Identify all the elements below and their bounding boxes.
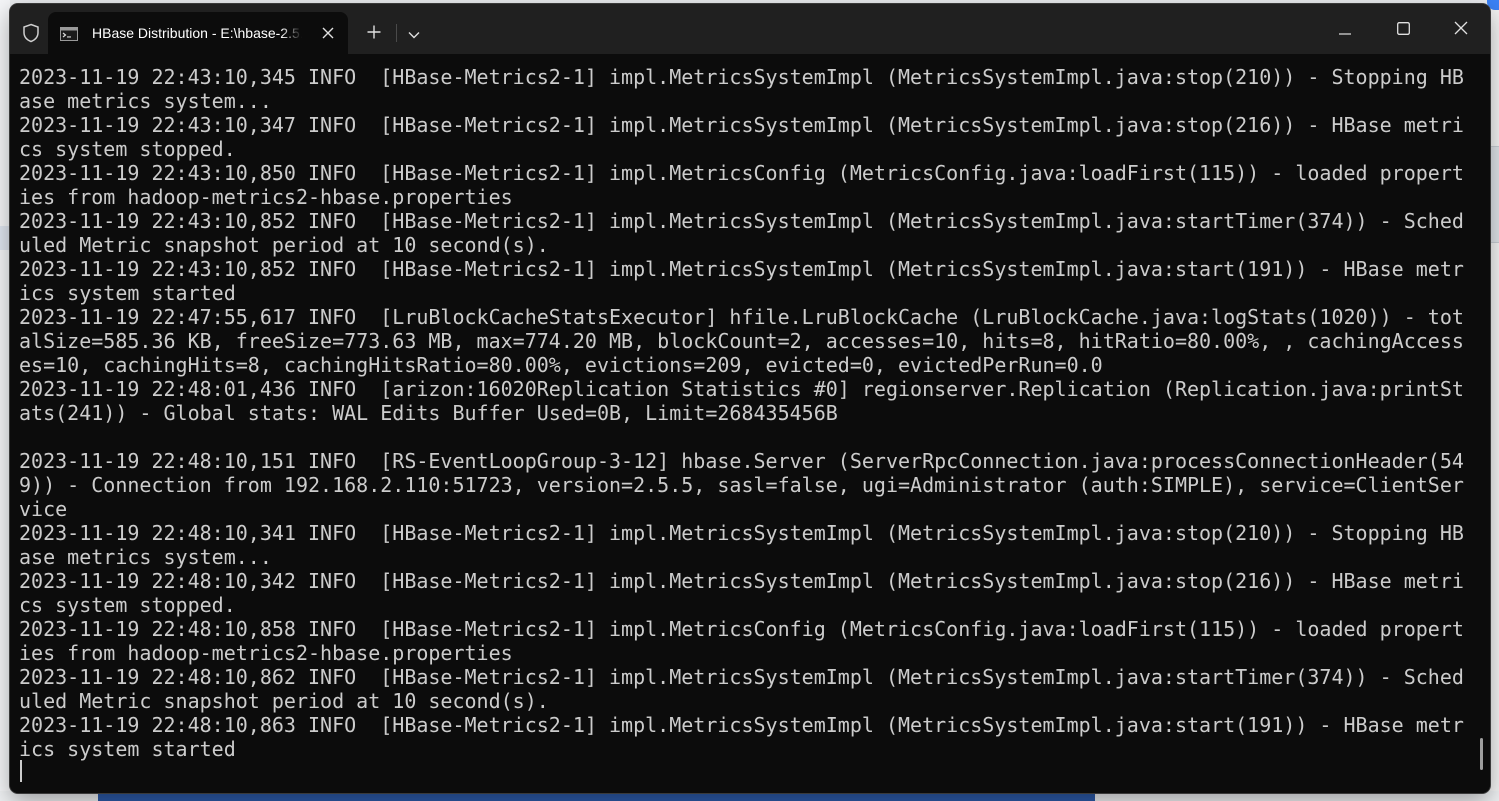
- tab-dropdown-button[interactable]: [402, 20, 426, 46]
- console-line: 2023-11-19 22:48:01,436 INFO [arizon:160…: [19, 377, 1464, 401]
- text-cursor: [20, 760, 22, 782]
- plus-icon: [367, 24, 381, 43]
- close-icon[interactable]: [318, 23, 338, 43]
- desktop-left-edge: [0, 0, 10, 801]
- console-line: 9)) - Connection from 192.168.2.110:5172…: [19, 473, 1464, 497]
- console-line: uled Metric snapshot period at 10 second…: [19, 689, 549, 713]
- console-line: vice: [19, 497, 68, 521]
- console-line: 2023-11-19 22:47:55,617 INFO [LruBlockCa…: [19, 305, 1464, 329]
- scrollbar-thumb[interactable]: [1480, 738, 1483, 770]
- console-line: 2023-11-19 22:48:10,342 INFO [HBase-Metr…: [19, 569, 1464, 593]
- console-line: cs system stopped.: [19, 137, 236, 161]
- console-line: ats(241)) - Global stats: WAL Edits Buff…: [19, 401, 838, 425]
- close-icon: [1454, 20, 1468, 39]
- console-line: ics system started: [19, 737, 236, 761]
- tab-separator: [396, 24, 397, 42]
- console-line: ase metrics system...: [19, 89, 272, 113]
- console-output: 2023-11-19 22:43:10,345 INFO [HBase-Metr…: [19, 65, 1469, 761]
- console-line: ies from hadoop-metrics2-hbase.propertie…: [19, 641, 513, 665]
- console-line: 2023-11-19 22:43:10,347 INFO [HBase-Metr…: [19, 113, 1464, 137]
- console-line: 2023-11-19 22:48:10,858 INFO [HBase-Metr…: [19, 617, 1464, 641]
- console-output-area[interactable]: 2023-11-19 22:43:10,345 INFO [HBase-Metr…: [10, 54, 1490, 793]
- console-line: ics system started: [19, 281, 236, 305]
- console-line: 2023-11-19 22:48:10,863 INFO [HBase-Metr…: [19, 713, 1464, 737]
- minimize-icon: [1339, 20, 1351, 39]
- desktop-left-highlight: [0, 226, 10, 250]
- console-line: ies from hadoop-metrics2-hbase.propertie…: [19, 185, 513, 209]
- console-line: 2023-11-19 22:43:10,345 INFO [HBase-Metr…: [19, 65, 1464, 89]
- console-line: uled Metric snapshot period at 10 second…: [19, 233, 549, 257]
- tab-title: HBase Distribution - E:\hbase-2.5.5: [92, 25, 302, 41]
- console-line: ase metrics system...: [19, 545, 272, 569]
- console-line: 2023-11-19 22:43:10,852 INFO [HBase-Metr…: [19, 257, 1464, 281]
- console-line: 2023-11-19 22:48:10,151 INFO [RS-EventLo…: [19, 449, 1464, 473]
- shield-icon[interactable]: [18, 20, 44, 46]
- tab-hbase-distribution[interactable]: HBase Distribution - E:\hbase-2.5.5: [48, 12, 348, 54]
- console-line: cs system stopped.: [19, 593, 236, 617]
- console-line: 2023-11-19 22:48:10,341 INFO [HBase-Metr…: [19, 521, 1464, 545]
- new-tab-button[interactable]: [360, 20, 388, 46]
- close-window-button[interactable]: [1432, 4, 1490, 54]
- console-icon: [60, 26, 78, 41]
- minimize-button[interactable]: [1316, 4, 1374, 54]
- console-line: es=10, cachingHits=8, cachingHitsRatio=8…: [19, 353, 1103, 377]
- console-line: 2023-11-19 22:48:10,862 INFO [HBase-Metr…: [19, 665, 1464, 689]
- chevron-down-icon: [408, 24, 420, 43]
- terminal-window: HBase Distribution - E:\hbase-2.5.5 2023…: [10, 4, 1490, 793]
- maximize-button[interactable]: [1374, 4, 1432, 54]
- title-bar[interactable]: HBase Distribution - E:\hbase-2.5.5: [10, 4, 1490, 54]
- maximize-icon: [1396, 20, 1410, 39]
- console-line: 2023-11-19 22:43:10,852 INFO [HBase-Metr…: [19, 209, 1464, 233]
- console-line: 2023-11-19 22:43:10,850 INFO [HBase-Metr…: [19, 161, 1464, 185]
- console-line: alSize=585.36 KB, freeSize=773.63 MB, ma…: [19, 329, 1464, 353]
